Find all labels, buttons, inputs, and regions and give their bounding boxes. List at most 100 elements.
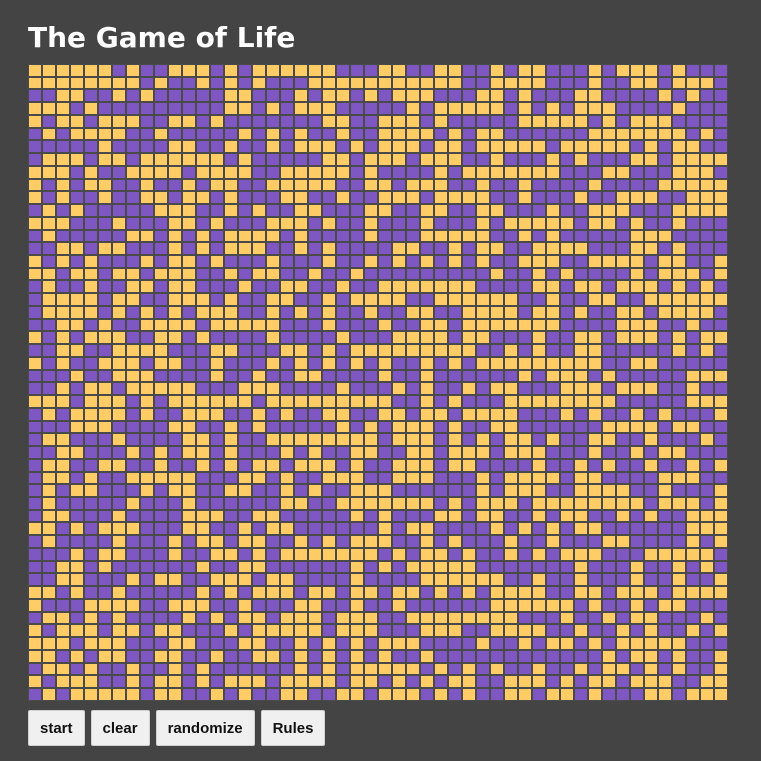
grid-cell[interactable] (294, 242, 308, 256)
grid-cell[interactable] (546, 598, 560, 612)
grid-cell[interactable] (378, 649, 392, 663)
grid-cell[interactable] (448, 471, 462, 485)
grid-cell[interactable] (210, 305, 224, 319)
grid-cell[interactable] (28, 127, 42, 141)
grid-cell[interactable] (280, 484, 294, 497)
grid-cell[interactable] (532, 382, 546, 396)
grid-cell[interactable] (644, 216, 658, 230)
grid-cell[interactable] (28, 293, 42, 306)
grid-cell[interactable] (476, 153, 490, 166)
grid-cell[interactable] (420, 153, 434, 166)
grid-cell[interactable] (210, 471, 224, 485)
grid-cell[interactable] (630, 407, 644, 421)
grid-cell[interactable] (210, 76, 224, 90)
grid-cell[interactable] (336, 611, 350, 625)
grid-cell[interactable] (210, 165, 224, 179)
grid-cell[interactable] (224, 191, 238, 205)
grid-cell[interactable] (266, 331, 280, 345)
grid-cell[interactable] (322, 280, 336, 294)
grid-cell[interactable] (392, 649, 406, 663)
grid-cell[interactable] (336, 407, 350, 421)
grid-cell[interactable] (56, 458, 70, 472)
grid-cell[interactable] (686, 598, 700, 612)
grid-cell[interactable] (420, 369, 434, 383)
grid-cell[interactable] (266, 624, 280, 638)
grid-cell[interactable] (70, 395, 84, 408)
grid-cell[interactable] (112, 649, 126, 663)
grid-cell[interactable] (294, 433, 308, 447)
grid-cell[interactable] (350, 153, 364, 166)
grid-cell[interactable] (448, 305, 462, 319)
grid-cell[interactable] (616, 662, 630, 676)
grid-cell[interactable] (672, 598, 686, 612)
grid-cell[interactable] (126, 458, 140, 472)
grid-cell[interactable] (238, 471, 252, 485)
grid-cell[interactable] (98, 586, 112, 599)
grid-cell[interactable] (378, 509, 392, 523)
grid-cell[interactable] (98, 255, 112, 268)
grid-cell[interactable] (280, 624, 294, 638)
grid-cell[interactable] (392, 433, 406, 447)
grid-cell[interactable] (364, 305, 378, 319)
grid-cell[interactable] (546, 446, 560, 459)
grid-cell[interactable] (574, 395, 588, 408)
grid-cell[interactable] (238, 64, 252, 77)
grid-cell[interactable] (630, 496, 644, 510)
grid-cell[interactable] (294, 127, 308, 141)
grid-cell[interactable] (546, 229, 560, 243)
grid-cell[interactable] (266, 496, 280, 510)
grid-cell[interactable] (238, 216, 252, 230)
grid-cell[interactable] (56, 114, 70, 128)
grid-cell[interactable] (336, 267, 350, 281)
grid-cell[interactable] (602, 114, 616, 128)
grid-cell[interactable] (686, 153, 700, 166)
grid-cell[interactable] (434, 191, 448, 205)
grid-cell[interactable] (644, 586, 658, 599)
grid-cell[interactable] (350, 242, 364, 256)
grid-cell[interactable] (490, 318, 504, 332)
grid-cell[interactable] (700, 598, 714, 612)
grid-cell[interactable] (504, 649, 518, 663)
grid-cell[interactable] (280, 114, 294, 128)
grid-cell[interactable] (658, 102, 672, 115)
grid-cell[interactable] (168, 356, 182, 370)
grid-cell[interactable] (294, 687, 308, 701)
grid-cell[interactable] (280, 229, 294, 243)
grid-cell[interactable] (112, 637, 126, 650)
grid-cell[interactable] (588, 598, 602, 612)
grid-cell[interactable] (98, 242, 112, 256)
grid-cell[interactable] (602, 598, 616, 612)
grid-cell[interactable] (406, 318, 420, 332)
grid-cell[interactable] (686, 191, 700, 205)
grid-cell[interactable] (532, 407, 546, 421)
grid-cell[interactable] (112, 433, 126, 447)
grid-cell[interactable] (490, 191, 504, 205)
grid-cell[interactable] (518, 89, 532, 103)
grid-cell[interactable] (252, 662, 266, 676)
grid-cell[interactable] (630, 344, 644, 357)
grid-cell[interactable] (168, 471, 182, 485)
grid-cell[interactable] (686, 114, 700, 128)
clear-button[interactable]: clear (90, 710, 150, 746)
grid-cell[interactable] (420, 382, 434, 396)
grid-cell[interactable] (686, 356, 700, 370)
grid-cell[interactable] (378, 598, 392, 612)
grid-cell[interactable] (112, 471, 126, 485)
grid-cell[interactable] (462, 89, 476, 103)
grid-cell[interactable] (420, 535, 434, 548)
grid-cell[interactable] (154, 649, 168, 663)
grid-cell[interactable] (406, 522, 420, 536)
grid-cell[interactable] (658, 573, 672, 587)
grid-cell[interactable] (616, 407, 630, 421)
grid-cell[interactable] (630, 191, 644, 205)
grid-cell[interactable] (294, 178, 308, 192)
grid-cell[interactable] (462, 369, 476, 383)
grid-cell[interactable] (518, 624, 532, 638)
grid-cell[interactable] (84, 522, 98, 536)
grid-cell[interactable] (224, 662, 238, 676)
grid-cell[interactable] (350, 165, 364, 179)
grid-cell[interactable] (168, 191, 182, 205)
grid-cell[interactable] (406, 433, 420, 447)
grid-cell[interactable] (546, 344, 560, 357)
grid-cell[interactable] (154, 267, 168, 281)
